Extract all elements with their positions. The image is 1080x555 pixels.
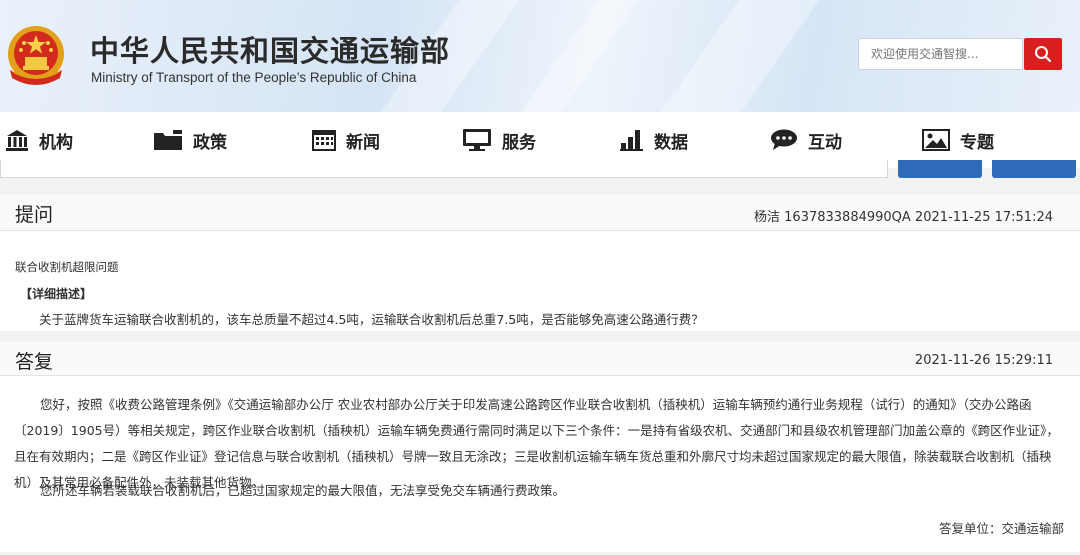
secondary-advanced-button[interactable]	[992, 160, 1076, 178]
bar-chart-icon	[620, 130, 643, 151]
question-header: 提问 杨洁 1637833884990QA 2021-11-25 17:51:2…	[0, 195, 1080, 231]
answer-paragraph-2: 您所述车辆若装载联合收割机后，已超过国家规定的最大限值，无法享受免交车辆通行费政…	[40, 483, 566, 498]
answer-footer: 答复单位：交通运输部	[938, 521, 1064, 536]
building-icon	[6, 130, 28, 151]
folder-icon	[154, 130, 182, 150]
secondary-search-button[interactable]	[898, 160, 982, 178]
answer-meta: 2021-11-26 15:29:11	[914, 353, 1053, 368]
secondary-search-bar	[0, 160, 1080, 178]
question-detail-label: 【详细描述】	[20, 287, 93, 301]
national-emblem-icon	[8, 26, 64, 85]
question-meta: 杨洁 1637833884990QA 2021-11-25 17:51:24	[754, 210, 1053, 225]
nav-label: 新闻	[346, 132, 380, 153]
nav-label: 服务	[502, 132, 536, 153]
secondary-search-input[interactable]	[0, 160, 888, 178]
monitor-icon	[463, 129, 491, 151]
search-button[interactable]	[1024, 38, 1062, 70]
search-box	[858, 38, 1023, 70]
question-panel: 提问 杨洁 1637833884990QA 2021-11-25 17:51:2…	[0, 195, 1080, 331]
answer-header-label: 答复	[15, 351, 54, 373]
answer-panel: 答复 2021-11-26 15:29:11 您好，按照《收费公路管理条例》《交…	[0, 342, 1080, 552]
chat-icon	[771, 129, 797, 150]
question-title: 联合收割机超限问题	[15, 260, 119, 274]
nav-label: 数据	[654, 132, 688, 153]
question-body: 关于蓝牌货车运输联合收割机的，该车总质量不超过4.5吨，运输联合收割机后总重7.…	[39, 312, 704, 327]
search-input[interactable]	[859, 39, 1022, 69]
nav-label: 机构	[39, 132, 73, 153]
image-icon	[922, 129, 950, 151]
answer-header: 答复 2021-11-26 15:29:11	[0, 342, 1080, 376]
search-icon	[1035, 46, 1052, 63]
site-header: 中华人民共和国交通运输部 Ministry of Transport of th…	[0, 0, 1080, 112]
question-header-label: 提问	[15, 204, 54, 226]
calendar-icon	[312, 130, 336, 151]
nav-label: 互动	[808, 132, 842, 153]
site-title-en: Ministry of Transport of the People’s Re…	[91, 70, 417, 85]
nav-label: 专题	[960, 132, 994, 153]
site-title-cn: 中华人民共和国交通运输部	[90, 34, 451, 68]
nav-label: 政策	[193, 132, 227, 153]
